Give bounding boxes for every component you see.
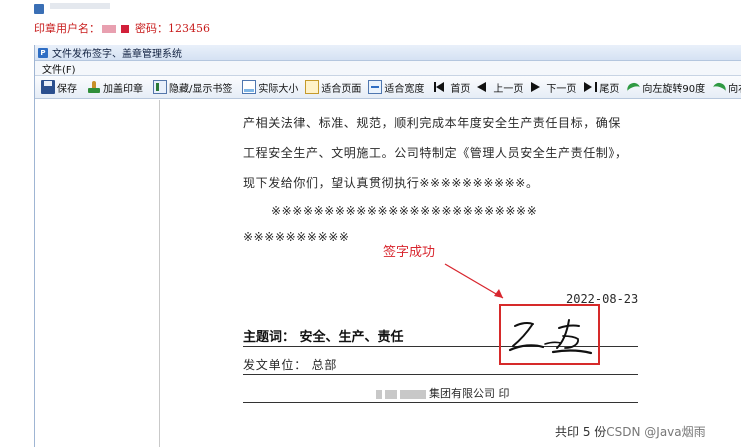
user-label: 印章用户名： (34, 22, 100, 35)
divider-line (243, 374, 638, 375)
document-view[interactable]: 产相关法律、标准、规范，顺利完成本年度安全生产责任目标，确保 工程安全生产、文明… (161, 100, 741, 447)
fit-page-icon (305, 80, 320, 94)
menu-bar: 文件(F) (35, 61, 741, 76)
next-page-button[interactable]: 下一页 (528, 78, 578, 96)
first-page-button[interactable]: 首页 (432, 78, 472, 96)
csdn-watermark: CSDN @Java烟雨 (606, 425, 706, 439)
blurred-header (50, 3, 110, 9)
add-seal-button[interactable]: 加盖印章 (85, 78, 145, 96)
password-value: 123456 (168, 22, 210, 35)
doc-line-2: 工程安全生产、文明施工。公司特制定《管理人员安全生产责任制》， (243, 146, 628, 160)
blurred-text (376, 389, 382, 399)
app-logo-icon (34, 4, 44, 14)
top-strip (0, 0, 741, 16)
print-count: 共印 5 份 (555, 425, 607, 439)
user-mask-2 (121, 25, 129, 33)
save-icon (41, 80, 55, 94)
last-page-button[interactable]: 尾页 (581, 78, 621, 96)
blurred-text (385, 389, 397, 399)
first-page-icon (434, 80, 448, 94)
doc-line-1: 产相关法律、标准、规范，顺利完成本年度安全生产责任目标，确保 (243, 116, 622, 130)
sign-success-callout: 签字成功 (383, 245, 436, 260)
prev-page-icon (477, 80, 491, 94)
password-label: 密码： (135, 22, 168, 35)
fit-width-button[interactable]: 适合宽度 (366, 78, 426, 96)
credentials-line: 印章用户名： 密码：123456 (34, 20, 210, 40)
bookmark-icon (153, 80, 167, 94)
doc-line-5: ※※※※※※※※※※ (243, 230, 350, 244)
issuing-unit: 发文单位： 总部 (243, 358, 338, 372)
window-titlebar: P 文件发布签字、盖章管理系统 (35, 45, 741, 61)
divider-line (243, 402, 638, 403)
company-line: 集团有限公司 印 (376, 385, 510, 401)
window-title: 文件发布签字、盖章管理系统 (52, 49, 182, 60)
menu-file[interactable]: 文件(F) (39, 61, 79, 76)
toolbar: 保存 加盖印章 隐藏/显示书签 实际大小 适合页面 适合宽度 首页 上一页 下一… (35, 76, 741, 99)
rotate-left-icon (626, 80, 640, 94)
user-mask (102, 25, 116, 33)
actual-size-icon (242, 80, 257, 94)
blurred-text (400, 389, 426, 399)
fit-page-button[interactable]: 适合页面 (303, 78, 363, 96)
doc-line-4: ※※※※※※※※※※※※※※※※※※※※※※※※※ (271, 204, 538, 218)
doc-line-3: 现下发给你们，望认真贯彻执行※※※※※※※※※※。 (243, 176, 539, 190)
app-window: P 文件发布签字、盖章管理系统 文件(F) 保存 加盖印章 隐藏/显示书签 实际… (34, 45, 741, 447)
stamp-icon (87, 80, 101, 94)
rotate-right-icon (712, 80, 726, 94)
handwritten-signature (508, 319, 593, 355)
signature-box[interactable] (499, 304, 600, 365)
footer: 共印 5 份CSDN @Java烟雨 (555, 423, 706, 440)
rotate-left-button[interactable]: 向左旋转90度 (624, 78, 707, 96)
subject-keywords: 主题词： 安全、生产、责任 (243, 330, 404, 345)
next-page-icon (530, 80, 544, 94)
fit-width-icon (368, 80, 383, 94)
window-icon: P (38, 47, 48, 58)
bookmark-panel[interactable] (35, 100, 160, 447)
company-name: 集团有限公司 印 (429, 387, 510, 400)
callout-arrow (444, 263, 504, 299)
prev-page-button[interactable]: 上一页 (475, 78, 525, 96)
save-button[interactable]: 保存 (39, 78, 79, 96)
actual-size-button[interactable]: 实际大小 (240, 78, 300, 96)
rotate-right-button[interactable]: 向右旋转90度 (710, 78, 741, 96)
last-page-icon (583, 80, 598, 94)
toggle-bookmarks-button[interactable]: 隐藏/显示书签 (151, 78, 234, 96)
